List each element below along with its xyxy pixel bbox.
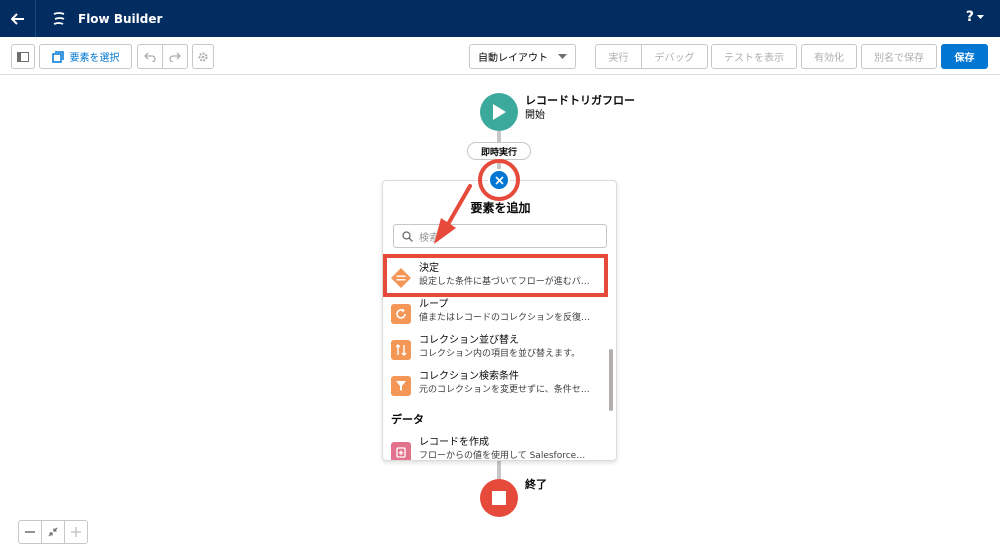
- list-item-collection-filter[interactable]: コレクション検索条件 元のコレクションを変更せずに、条件セ…: [391, 370, 607, 404]
- layout-select-value: 自動レイアウト: [478, 53, 548, 64]
- select-elements-button[interactable]: 要素を選択: [39, 44, 132, 69]
- plus-icon: [71, 527, 81, 537]
- zoom-out-button[interactable]: [18, 520, 42, 544]
- chevron-down-icon: [977, 14, 984, 19]
- start-node-subtitle: 開始: [525, 110, 545, 121]
- layout-select[interactable]: 自動レイアウト: [469, 44, 576, 69]
- item-name: レコードを作成: [419, 437, 489, 448]
- list-item-create-record[interactable]: レコードを作成 フローからの値を使用して Salesforce…: [391, 436, 607, 461]
- item-description: フローからの値を使用して Salesforce…: [419, 451, 586, 461]
- item-name: コレクション検索条件: [419, 371, 519, 382]
- list-item-loop[interactable]: ループ 値またはレコードのコレクションを反復…: [391, 298, 607, 332]
- settings-button[interactable]: [192, 44, 214, 69]
- search-placeholder: 検索: [419, 232, 439, 244]
- run-label: 実行: [608, 53, 629, 64]
- debug-button[interactable]: デバッグ: [641, 44, 708, 69]
- save-as-button[interactable]: 別名で保存: [861, 44, 937, 69]
- popover-title: 要素を追加: [470, 201, 531, 215]
- fit-to-view-button[interactable]: [41, 520, 65, 544]
- toggle-panel-button[interactable]: [11, 44, 35, 69]
- help-icon: ?: [965, 9, 974, 25]
- zoom-in-button[interactable]: [64, 520, 88, 544]
- select-elements-label: 要素を選択: [69, 53, 120, 64]
- activate-button[interactable]: 有効化: [801, 44, 857, 69]
- loop-icon: [391, 304, 411, 324]
- collapse-icon: [48, 527, 58, 537]
- search-icon: [402, 230, 413, 242]
- back-button[interactable]: [0, 0, 36, 37]
- gear-icon: [198, 52, 208, 61]
- view-tests-button[interactable]: テストを表示: [711, 44, 797, 69]
- chevron-down-icon: [558, 53, 567, 59]
- redo-icon: [169, 52, 181, 62]
- end-node[interactable]: [480, 479, 518, 517]
- connector-line: [497, 461, 501, 481]
- end-node-label: 終了: [525, 478, 547, 491]
- flow-builder-logo-icon: [42, 0, 76, 37]
- undo-icon: [144, 52, 156, 62]
- item-description: 値またはレコードのコレクションを反復…: [419, 313, 591, 323]
- add-element-popover: 要素を追加 検索 決定 設定した条件に基づいてフローが進むパ… ループ 値または…: [382, 180, 617, 461]
- debug-label: デバッグ: [654, 53, 695, 64]
- highlight-box-annotation: [383, 254, 608, 297]
- item-name: コレクション並び替え: [419, 335, 519, 346]
- save-label: 保存: [954, 53, 975, 64]
- app-title: Flow Builder: [78, 11, 163, 26]
- item-description: コレクション内の項目を並び替えます。: [419, 349, 581, 359]
- help-menu-button[interactable]: ?: [966, 9, 984, 25]
- create-record-icon: [391, 442, 411, 460]
- toolbar: 要素を選択 自動レイアウト 実行 デバッグ テストを表示 有効化 別名で保存 保…: [0, 37, 1000, 75]
- highlight-circle-annotation: [478, 159, 520, 201]
- play-icon: [493, 104, 506, 120]
- back-arrow-icon: [10, 12, 24, 25]
- activate-label: 有効化: [814, 53, 844, 64]
- app-header: Flow Builder ?: [0, 0, 1000, 37]
- stop-icon: [492, 491, 506, 505]
- zoom-controls: [18, 520, 88, 544]
- item-name: ループ: [419, 299, 449, 310]
- minus-icon: [25, 531, 35, 533]
- item-description: 元のコレクションを変更せずに、条件セ…: [419, 385, 590, 395]
- undo-button[interactable]: [137, 44, 163, 69]
- filter-icon: [391, 376, 411, 396]
- view-tests-label: テストを表示: [724, 53, 784, 64]
- run-button[interactable]: 実行: [595, 44, 642, 69]
- panel-icon: [17, 51, 29, 62]
- sort-icon: [391, 340, 411, 360]
- element-search-input[interactable]: 検索: [393, 224, 607, 248]
- start-node[interactable]: [480, 93, 518, 131]
- run-debug-group: 実行 デバッグ: [595, 44, 708, 69]
- save-button[interactable]: 保存: [941, 44, 988, 69]
- redo-button[interactable]: [162, 44, 188, 69]
- select-icon: [51, 50, 64, 63]
- list-item-collection-sort[interactable]: コレクション並び替え コレクション内の項目を並び替えます。: [391, 334, 607, 368]
- section-heading-data: データ: [391, 413, 424, 426]
- run-immediately-label: 即時実行: [467, 142, 531, 160]
- scrollbar-thumb[interactable]: [609, 349, 613, 411]
- save-as-label: 別名で保存: [874, 53, 924, 64]
